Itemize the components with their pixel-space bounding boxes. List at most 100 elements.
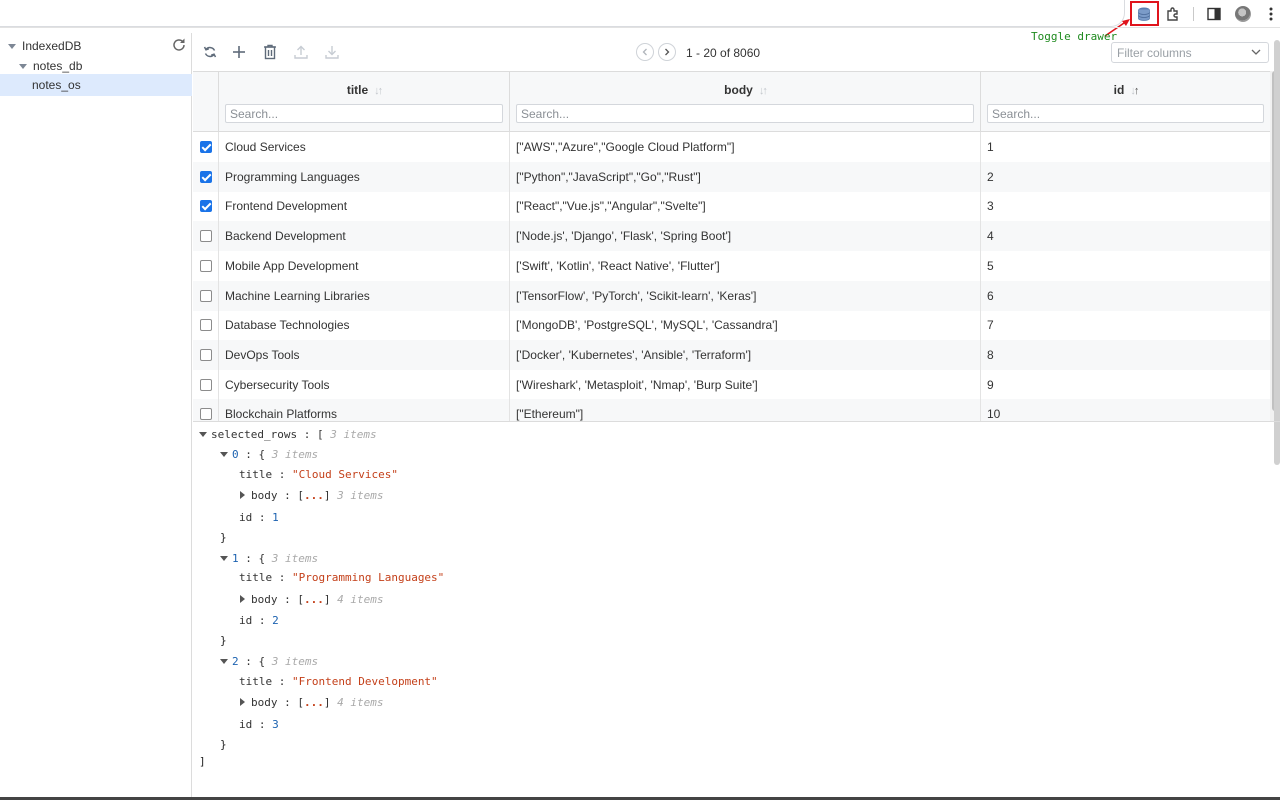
kebab-menu-icon[interactable] xyxy=(1258,2,1280,26)
filter-placeholder: Filter columns xyxy=(1117,46,1192,60)
caret-down-icon[interactable] xyxy=(199,432,207,437)
table-row[interactable]: Cloud Services ["AWS","Azure","Google Clo… xyxy=(193,132,1270,162)
json-count: 3 items xyxy=(330,428,377,441)
cell-title: Frontend Development xyxy=(218,191,509,222)
table-row[interactable]: Frontend Development ["React","Vue.js","A… xyxy=(193,191,1270,222)
row-checkbox[interactable] xyxy=(200,289,212,302)
search-input-body[interactable] xyxy=(516,104,974,123)
cell-id: 6 xyxy=(980,280,1270,311)
caret-down-icon[interactable] xyxy=(19,63,27,69)
address-bar[interactable] xyxy=(0,0,1125,27)
column-header-title[interactable]: title ↓↑ xyxy=(218,72,509,132)
chevron-down-icon xyxy=(1251,49,1261,55)
table-row[interactable]: Database Technologies ['MongoDB', 'Postgr… xyxy=(193,310,1270,341)
add-icon[interactable] xyxy=(229,42,249,62)
json-count: 3 items xyxy=(271,655,319,668)
cell-body: ["Python","JavaScript","Go","Rust"] xyxy=(509,161,980,192)
column-header-id[interactable]: id ↓↑ xyxy=(980,72,1270,132)
json-number: 1 xyxy=(272,510,279,524)
table-row[interactable]: Mobile App Development ['Swift', 'Kotlin'… xyxy=(193,250,1270,281)
row-checkbox[interactable] xyxy=(200,200,212,213)
column-header-body[interactable]: body ↓↑ xyxy=(509,72,980,132)
caret-right-icon[interactable] xyxy=(240,594,245,603)
next-page-button[interactable] xyxy=(658,43,676,61)
sync-icon[interactable] xyxy=(200,42,220,62)
cell-body: ['Wireshark', 'Metasploit', 'Nmap', 'Bur… xyxy=(509,369,980,400)
sort-icon[interactable]: ↓↑ xyxy=(759,85,768,97)
row-checkbox[interactable] xyxy=(200,170,212,183)
row-checkbox[interactable] xyxy=(200,141,212,153)
row-checkbox[interactable] xyxy=(200,230,212,243)
sort-icon[interactable]: ↓↑ xyxy=(374,85,383,97)
table-row[interactable]: Machine Learning Libraries ['TensorFlow',… xyxy=(193,280,1270,311)
json-index: 1 xyxy=(232,551,239,565)
caret-down-icon[interactable] xyxy=(8,43,16,49)
row-checkbox[interactable] xyxy=(200,378,212,391)
grid-header: title ↓↑ body ↓↑ id ↓↑ xyxy=(193,72,1270,132)
tree-item-indexeddb[interactable]: IndexedDB xyxy=(0,35,192,57)
json-body-line[interactable]: body : [...] 4 items xyxy=(240,694,383,712)
json-id-line: id : 1 xyxy=(239,510,279,524)
json-string: "Programming Languages" xyxy=(291,571,445,584)
cell-title: Backend Development xyxy=(218,221,509,252)
table-row[interactable]: Blockchain Platforms ["Ethereum"] 10 xyxy=(193,399,1270,421)
caret-right-icon[interactable] xyxy=(240,491,245,499)
page-scrollbar[interactable] xyxy=(1274,40,1280,465)
tree-item-notes-os[interactable]: notes_os xyxy=(0,74,192,96)
profile-avatar[interactable] xyxy=(1235,6,1251,22)
cell-id: 3 xyxy=(980,191,1270,222)
json-index: 0 xyxy=(232,448,239,461)
pagination-text: 1 - 20 of 8060 xyxy=(686,46,761,60)
download-icon[interactable] xyxy=(322,42,342,62)
database-tree: IndexedDB notes_db notes_os xyxy=(0,33,192,800)
json-item-line[interactable]: 2 : { 3 items xyxy=(220,653,318,671)
row-checkbox[interactable] xyxy=(200,408,212,421)
caret-down-icon[interactable] xyxy=(220,452,228,457)
upload-icon[interactable] xyxy=(291,42,311,62)
refresh-icon[interactable] xyxy=(171,37,187,53)
extensions-icon[interactable] xyxy=(1160,2,1186,26)
table-row[interactable]: Backend Development ['Node.js', 'Django',… xyxy=(193,221,1270,252)
cell-id: 4 xyxy=(980,221,1270,252)
row-checkbox[interactable] xyxy=(200,319,212,332)
cell-id: 10 xyxy=(980,399,1270,421)
cell-body: ["Ethereum"] xyxy=(509,399,980,421)
json-number: 3 xyxy=(272,717,279,731)
json-count: 3 items xyxy=(337,489,384,502)
cell-id: 5 xyxy=(980,250,1270,281)
row-checkbox[interactable] xyxy=(200,348,212,361)
prev-page-button[interactable] xyxy=(636,43,654,61)
json-root-line[interactable]: selected_rows : [ 3 items xyxy=(199,426,377,444)
cell-title: Database Technologies xyxy=(218,310,509,341)
table-row[interactable]: DevOps Tools ['Docker', 'Kubernetes', 'An… xyxy=(193,339,1270,370)
caret-down-icon[interactable] xyxy=(220,659,228,664)
json-key: selected_rows xyxy=(211,428,298,441)
column-label: id xyxy=(1113,83,1125,97)
cell-body: ['Node.js', 'Django', 'Flask', 'Spring B… xyxy=(509,221,980,252)
json-id-line: id : 3 xyxy=(239,717,279,731)
json-count: 4 items xyxy=(337,592,384,606)
json-string: "Cloud Services" xyxy=(291,467,398,481)
json-item-line[interactable]: 1 : { 3 items xyxy=(220,550,318,568)
json-title-line: title : "Programming Languages" xyxy=(239,571,445,584)
table-row[interactable]: Cybersecurity Tools ['Wireshark', 'Metasp… xyxy=(193,369,1270,400)
row-checkbox[interactable] xyxy=(200,259,212,272)
delete-icon[interactable] xyxy=(260,42,280,62)
json-number: 2 xyxy=(272,614,279,627)
json-item-line[interactable]: 0 : { 3 items xyxy=(220,446,318,464)
filter-columns-select[interactable]: Filter columns xyxy=(1111,42,1269,63)
table-row[interactable]: Programming Languages ["Python","JavaScri… xyxy=(193,161,1270,192)
caret-right-icon[interactable] xyxy=(240,698,245,706)
cell-id: 9 xyxy=(980,369,1270,400)
search-input-id[interactable] xyxy=(987,104,1264,123)
sort-icon[interactable]: ↓↑ xyxy=(1130,85,1139,97)
json-body-line[interactable]: body : [...] 4 items xyxy=(240,591,383,609)
json-body-line[interactable]: body : [...] 3 items xyxy=(240,487,383,505)
side-panel-icon[interactable] xyxy=(1201,2,1227,26)
tree-item-label: notes_os xyxy=(32,78,81,92)
cell-title: DevOps Tools xyxy=(218,339,509,370)
caret-down-icon[interactable] xyxy=(220,555,228,561)
cell-body: ["React","Vue.js","Angular","Svelte"] xyxy=(509,191,980,222)
search-input-title[interactable] xyxy=(225,104,503,123)
cell-id: 7 xyxy=(980,310,1270,341)
